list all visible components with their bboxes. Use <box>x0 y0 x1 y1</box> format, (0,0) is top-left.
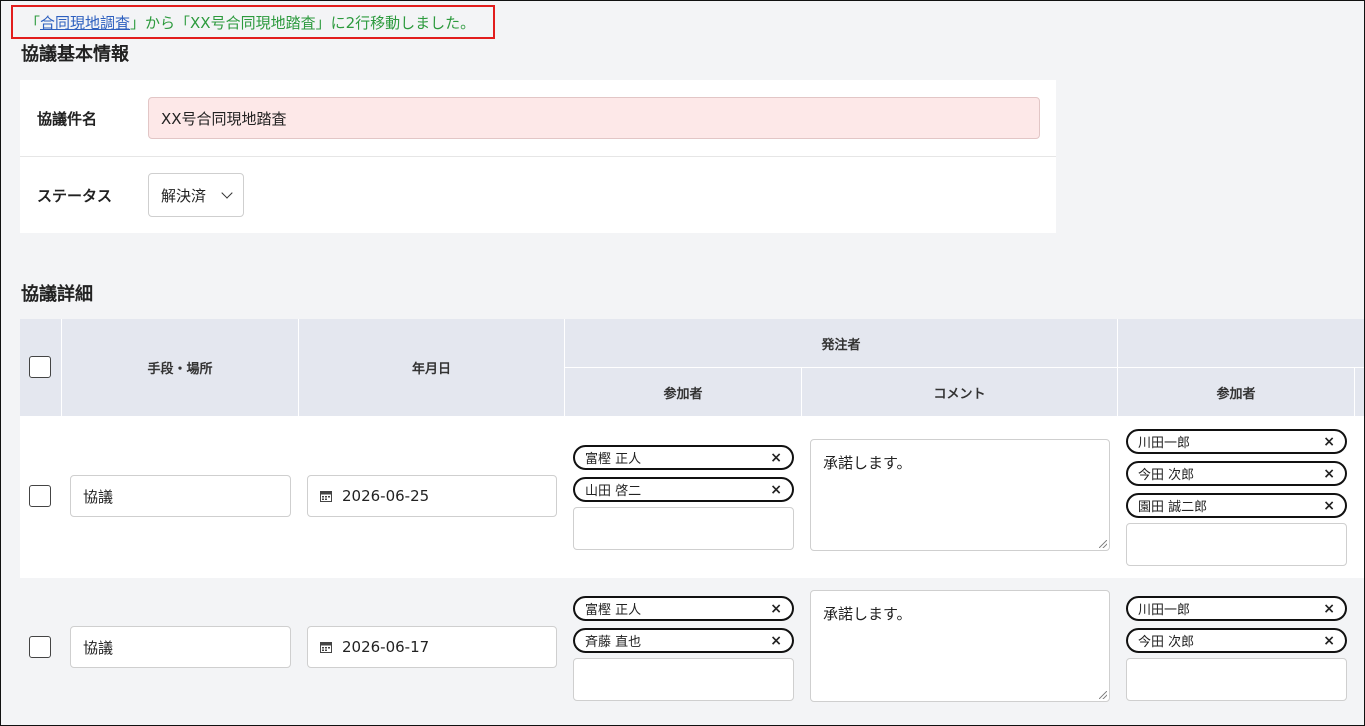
status-select-value: 解決済 <box>161 186 207 205</box>
table-header: 手段・場所 年月日 発注者 参加者 コメント 参加者 <box>20 319 1364 416</box>
date-input-value: 2026-06-17 <box>342 638 430 656</box>
detail-title: 協議詳細 <box>21 284 93 305</box>
move-notification: 「合同現地調査 」から「XX号合同現地踏査」に2行移動しました。 <box>11 5 495 39</box>
status-select[interactable]: 解決済 <box>148 173 244 217</box>
means-input[interactable]: 協議 <box>70 626 291 668</box>
notice-prefix: 「 <box>25 13 41 32</box>
name-input-value: XX号合同現地踏査 <box>161 109 287 128</box>
participant-add-input[interactable] <box>1126 523 1347 566</box>
participant-name: 園田 誠二郎 <box>1138 500 1208 515</box>
table-row: 協議 2026-06-17 富樫 正人 × 斉藤 直也 × 承諾します。 川田一郎 ×… <box>20 578 1364 725</box>
date-input[interactable]: 2026-06-17 <box>307 626 557 668</box>
remove-icon[interactable]: × <box>770 633 782 649</box>
notice-source-link[interactable]: 合同現地調査 <box>40 12 130 33</box>
status-label: ステータス <box>37 186 113 205</box>
comment-text: 承諾します。 <box>823 454 912 472</box>
means-input[interactable]: 協議 <box>70 475 291 517</box>
row-checkbox[interactable] <box>29 485 51 507</box>
remove-icon[interactable]: × <box>770 482 782 498</box>
header-participants: 参加者 <box>663 386 703 402</box>
participant-name: 富樫 正人 <box>585 603 642 618</box>
participant-tag: 斉藤 直也 × <box>573 628 794 653</box>
participant-add-input[interactable] <box>1126 658 1347 701</box>
participant-name: 山田 啓二 <box>585 484 642 499</box>
participant-tag: 園田 誠二郎 × <box>1126 493 1347 518</box>
header-comment: コメント <box>933 386 986 402</box>
name-label: 協議件名 <box>37 109 98 128</box>
header-participants-2: 参加者 <box>1216 386 1256 402</box>
page-frame: 「合同現地調査 」から「XX号合同現地踏査」に2行移動しました。 協議基本情報 協… <box>0 0 1365 726</box>
remove-icon[interactable]: × <box>1323 601 1335 617</box>
comment-textarea[interactable]: 承諾します。 <box>810 439 1110 551</box>
participant-name: 今田 次郎 <box>1138 635 1195 650</box>
participant-add-input[interactable] <box>573 658 794 701</box>
participant-tag: 山田 啓二 × <box>573 477 794 502</box>
participant-add-input[interactable] <box>573 507 794 550</box>
comment-textarea[interactable]: 承諾します。 <box>810 590 1110 702</box>
participant-tag: 今田 次郎 × <box>1126 461 1347 486</box>
remove-icon[interactable]: × <box>1323 434 1335 450</box>
row-checkbox[interactable] <box>29 636 51 658</box>
remove-icon[interactable]: × <box>770 601 782 617</box>
means-input-value: 協議 <box>83 638 114 657</box>
header-means: 手段・場所 <box>147 362 213 377</box>
chevron-down-icon <box>221 187 233 199</box>
participant-name: 富樫 正人 <box>585 452 642 467</box>
participant-tag: 川田一郎 × <box>1126 429 1347 454</box>
participant-name: 川田一郎 <box>1138 603 1191 618</box>
notice-suffix: 」から「XX号合同現地踏査」に2行移動しました。 <box>130 13 476 32</box>
header-date: 年月日 <box>411 362 451 377</box>
remove-icon[interactable]: × <box>1323 633 1335 649</box>
means-input-value: 協議 <box>83 487 114 506</box>
participant-tag: 富樫 正人 × <box>573 596 794 621</box>
participant-tag: 今田 次郎 × <box>1126 628 1347 653</box>
resize-handle-icon[interactable] <box>1099 691 1107 699</box>
calendar-icon <box>320 490 332 502</box>
participant-tag: 川田一郎 × <box>1126 596 1347 621</box>
calendar-icon <box>320 641 332 653</box>
comment-text: 承諾します。 <box>823 605 912 623</box>
status-row: ステータス 解決済 <box>20 157 1056 233</box>
name-row: 協議件名 XX号合同現地踏査 <box>20 80 1056 157</box>
date-input[interactable]: 2026-06-25 <box>307 475 557 517</box>
name-input[interactable]: XX号合同現地踏査 <box>148 97 1040 139</box>
remove-icon[interactable]: × <box>1323 466 1335 482</box>
basic-info-title: 協議基本情報 <box>21 44 129 65</box>
basic-info-card: 協議件名 XX号合同現地踏査 ステータス 解決済 <box>20 80 1056 233</box>
detail-table: 手段・場所 年月日 発注者 参加者 コメント 参加者 協議 2026-06-25… <box>20 319 1364 725</box>
participant-name: 今田 次郎 <box>1138 468 1195 483</box>
participant-name: 斉藤 直也 <box>585 635 642 650</box>
date-input-value: 2026-06-25 <box>342 487 430 505</box>
participant-name: 川田一郎 <box>1138 436 1191 451</box>
header-orderer: 発注者 <box>821 337 861 353</box>
remove-icon[interactable]: × <box>770 450 782 466</box>
resize-handle-icon[interactable] <box>1099 540 1107 548</box>
table-row: 協議 2026-06-25 富樫 正人 × 山田 啓二 × 承諾します。 川田一郎 ×… <box>20 416 1364 578</box>
participant-tag: 富樫 正人 × <box>573 445 794 470</box>
select-all-checkbox[interactable] <box>29 356 51 378</box>
remove-icon[interactable]: × <box>1323 498 1335 514</box>
